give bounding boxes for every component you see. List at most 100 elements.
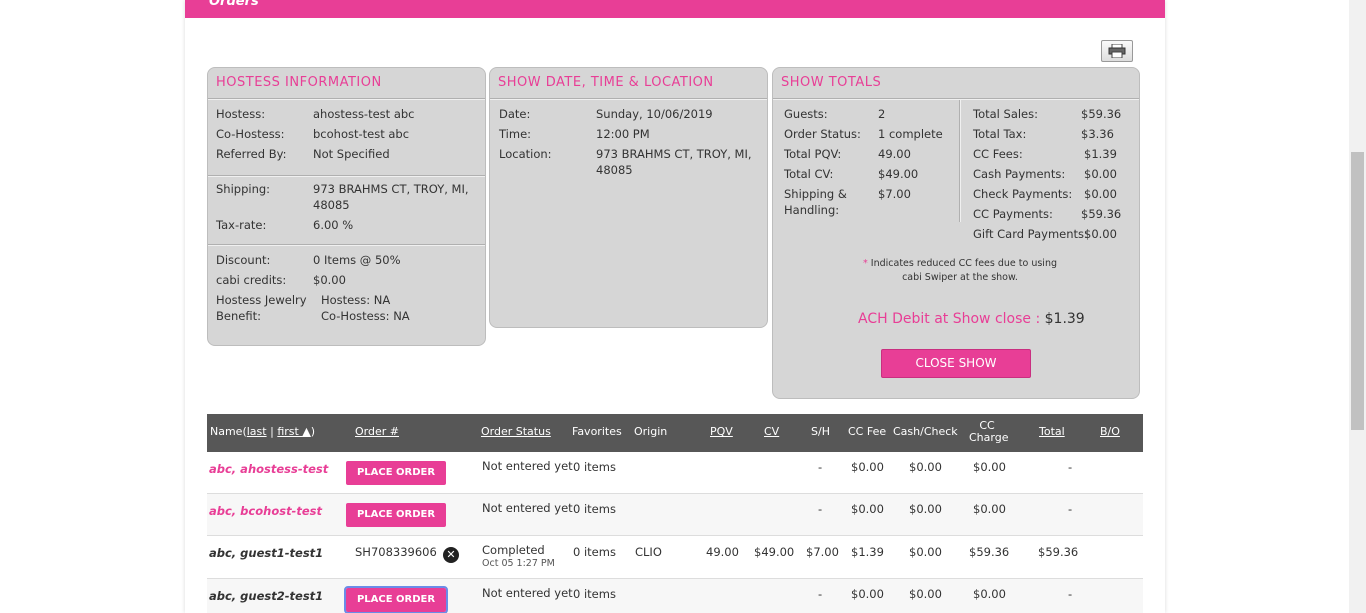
row-ccfee: $0.00 bbox=[851, 502, 884, 516]
row-status: Not entered yet bbox=[482, 586, 573, 600]
ach-value: $1.39 bbox=[1044, 311, 1085, 327]
note-line-1: Indicates reduced CC fees due to using bbox=[870, 258, 1057, 269]
row-sh: - bbox=[818, 502, 823, 516]
divider bbox=[490, 98, 767, 100]
row-favorites[interactable]: 0 items bbox=[573, 502, 616, 516]
row-origin: CLIO bbox=[635, 545, 662, 559]
sort-last-link[interactable]: last bbox=[247, 425, 267, 438]
row-cash: $0.00 bbox=[909, 460, 942, 474]
ach-label: ACH Debit at Show close : bbox=[858, 311, 1041, 327]
row-name[interactable]: abc, guest2-test1 bbox=[209, 589, 323, 603]
jewelry-hostess-value: Hostess: NA bbox=[321, 293, 391, 307]
jewelry-cohostess-value: Co-Hostess: NA bbox=[321, 309, 410, 323]
show-info-title: SHOW DATE, TIME & LOCATION bbox=[498, 75, 714, 90]
total-column-header[interactable]: Total bbox=[1039, 426, 1065, 438]
referred-value: Not Specified bbox=[313, 147, 390, 161]
scrollbar-thumb[interactable] bbox=[1351, 152, 1364, 430]
row-total: $59.36 bbox=[1038, 545, 1079, 559]
cc-fee-note: * Indicates reduced CC fees due to using… bbox=[840, 257, 1080, 285]
name-header-close: ) bbox=[310, 425, 316, 438]
row-total: - bbox=[1068, 502, 1073, 516]
hostess-label: Hostess: bbox=[216, 107, 266, 121]
section-title: Orders bbox=[209, 0, 259, 9]
guests-value: 2 bbox=[878, 107, 886, 121]
divider bbox=[208, 98, 485, 100]
row-favorites[interactable]: 0 items bbox=[573, 587, 616, 601]
row-ccfee: $0.00 bbox=[851, 460, 884, 474]
order-column-header[interactable]: Order # bbox=[355, 426, 399, 438]
cohostess-label: Co-Hostess: bbox=[216, 127, 285, 141]
divider bbox=[208, 244, 485, 246]
place-order-button[interactable]: PLACE ORDER bbox=[344, 586, 448, 613]
row-cc: $59.36 bbox=[969, 545, 1010, 559]
bo-column-header[interactable]: B/O bbox=[1100, 426, 1120, 438]
gift-card-value: $0.00 bbox=[1084, 227, 1117, 241]
cohostess-value: bcohost-test abc bbox=[313, 127, 410, 141]
row-name[interactable]: abc, bcohost-test bbox=[209, 504, 322, 518]
taxrate-label: Tax-rate: bbox=[216, 218, 267, 232]
row-favorites[interactable]: 0 items bbox=[573, 460, 616, 474]
note-asterisk: * bbox=[863, 258, 868, 269]
place-order-button[interactable]: PLACE ORDER bbox=[346, 461, 446, 485]
taxrate-value: 6.00 % bbox=[313, 218, 354, 232]
check-payments-value: $0.00 bbox=[1084, 187, 1117, 201]
location-value: 973 BRAHMS CT, TROY, MI, bbox=[596, 147, 752, 161]
cash-payments-label: Cash Payments: bbox=[973, 167, 1066, 181]
sh-column-header: S/H bbox=[811, 425, 830, 438]
divider bbox=[773, 98, 1139, 100]
ccfee-column-header: CC Fee bbox=[848, 425, 887, 438]
total-tax-value: $3.36 bbox=[1081, 127, 1114, 141]
order-number-link[interactable]: SH708339606 bbox=[355, 545, 437, 559]
row-status: Not entered yet bbox=[482, 501, 573, 515]
row-status: Completed bbox=[482, 543, 545, 557]
close-show-button[interactable]: CLOSE SHOW bbox=[881, 349, 1031, 378]
cancel-order-icon[interactable]: ✕ bbox=[443, 547, 459, 563]
origin-column-header: Origin bbox=[634, 425, 668, 438]
check-payments-label: Check Payments: bbox=[973, 187, 1073, 201]
status-column-header[interactable]: Order Status bbox=[481, 426, 551, 438]
date-value: Sunday, 10/06/2019 bbox=[596, 107, 713, 121]
name-header-label: Name( bbox=[210, 425, 247, 438]
discount-label: Discount: bbox=[216, 253, 271, 267]
print-button[interactable] bbox=[1101, 40, 1133, 62]
printer-icon bbox=[1108, 44, 1126, 58]
totals-title: SHOW TOTALS bbox=[781, 75, 882, 90]
sort-first-link[interactable]: first ▲ bbox=[277, 425, 310, 438]
row-cash: $0.00 bbox=[909, 545, 942, 559]
total-cv-label: Total CV: bbox=[784, 167, 834, 181]
shipping-label: Shipping: bbox=[216, 182, 271, 196]
cv-column-header[interactable]: CV bbox=[764, 426, 779, 438]
pqv-column-header[interactable]: PQV bbox=[710, 426, 733, 438]
row-total: - bbox=[1068, 460, 1073, 474]
ach-debit: ACH Debit at Show close : $1.39 bbox=[858, 311, 1085, 327]
shipping-value-zip: 48085 bbox=[313, 198, 350, 212]
row-total: - bbox=[1068, 587, 1073, 601]
cash-payments-value: $0.00 bbox=[1084, 167, 1117, 181]
location-value-zip: 48085 bbox=[596, 163, 633, 177]
guests-label: Guests: bbox=[784, 107, 828, 121]
row-cv: $49.00 bbox=[754, 545, 795, 559]
time-label: Time: bbox=[499, 127, 532, 141]
row-status: Not entered yet bbox=[482, 459, 573, 473]
hostess-panel-title: HOSTESS INFORMATION bbox=[216, 75, 382, 90]
row-sh: - bbox=[818, 587, 823, 601]
total-pqv-label: Total PQV: bbox=[784, 147, 842, 161]
gift-card-label: Gift Card Payments: bbox=[973, 227, 1088, 241]
jewelry-label-2: Benefit: bbox=[216, 309, 261, 323]
row-name[interactable]: abc, ahostess-test bbox=[209, 462, 328, 476]
cc-payments-label: CC Payments: bbox=[973, 207, 1053, 221]
row-pqv: 49.00 bbox=[706, 545, 739, 559]
shipping-handling-value: $7.00 bbox=[878, 187, 911, 201]
credits-label: cabi credits: bbox=[216, 273, 287, 287]
cc-payments-value: $59.36 bbox=[1081, 207, 1122, 221]
place-order-button[interactable]: PLACE ORDER bbox=[346, 503, 446, 527]
cc-fees-value: $1.39 bbox=[1084, 147, 1117, 161]
page: Orders HOSTESS INFORMATION Hostess: ahos… bbox=[0, 0, 1366, 613]
discount-value: 0 Items @ 50% bbox=[313, 253, 401, 267]
shipping-handling-label-2: Handling: bbox=[784, 203, 840, 217]
referred-label: Referred By: bbox=[216, 147, 287, 161]
favorites-column-header: Favorites bbox=[572, 425, 622, 438]
row-name[interactable]: abc, guest1-test1 bbox=[209, 546, 323, 560]
divider bbox=[208, 175, 485, 177]
row-ccfee: $1.39 bbox=[851, 545, 884, 559]
